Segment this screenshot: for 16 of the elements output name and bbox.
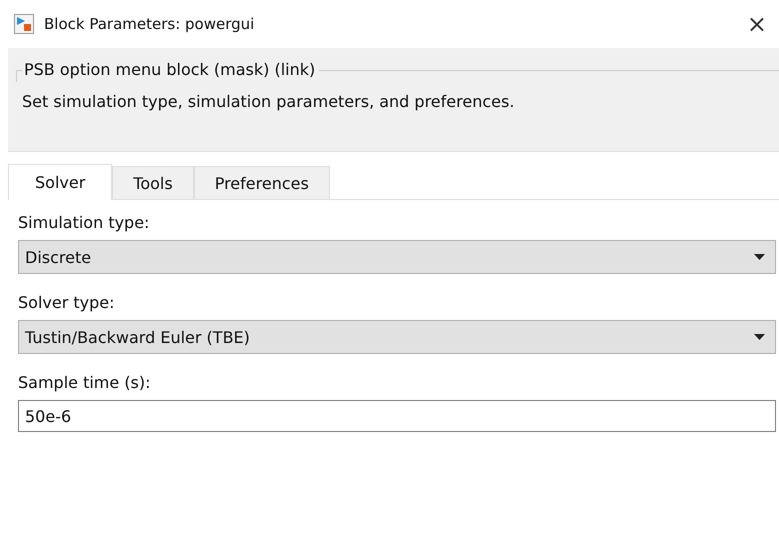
tab[interactable]: Preferences [194, 166, 330, 199]
group-legend: PSB option menu block (mask) (link) [22, 60, 320, 79]
description-text: Set simulation type, simulation parameters, and preferences. [22, 92, 516, 111]
block-icon [14, 14, 34, 34]
field-label: Solver type: [18, 293, 116, 312]
dropdown[interactable]: Tustin/Backward Euler (TBE) [18, 320, 776, 354]
field-label: Simulation type: [18, 213, 150, 232]
input-field[interactable]: 50e-6 [18, 400, 776, 432]
tab[interactable]: Tools [112, 166, 194, 199]
close-button[interactable]: × [742, 10, 771, 38]
window-title: Block Parameters: powergui [44, 15, 256, 33]
dropdown[interactable]: Discrete [18, 240, 776, 274]
field-label: Sample time (s): [18, 373, 152, 392]
caret-icon [754, 334, 765, 340]
caret-icon [754, 254, 765, 260]
tab[interactable]: Solver [8, 164, 112, 200]
